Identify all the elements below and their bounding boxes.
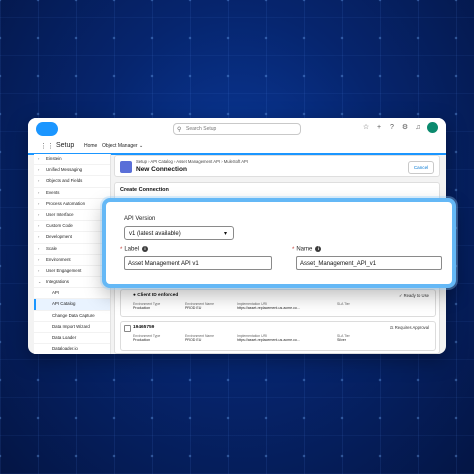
favorites-icon[interactable]: ☆ (362, 124, 370, 132)
environment-row-2-values: Production PROD EU https://asset-replace… (133, 338, 346, 342)
sidebar-item-objects-fields[interactable]: › Objects and Fields (34, 176, 110, 188)
sidebar-item-scale[interactable]: › Scale (34, 244, 110, 255)
app-launcher-icon[interactable]: ⋮⋮ (40, 142, 54, 150)
header-icons: ☆ + ? ⚙ ♫ (362, 122, 438, 133)
status-badge: ✓ Ready to Use (398, 293, 429, 298)
search-icon: ⚲ (177, 127, 182, 133)
bell-icon[interactable]: ♫ (414, 124, 422, 132)
environment-row-1[interactable]: ● Client ID enforced ✓ Ready to Use Envi… (120, 289, 436, 317)
gear-icon[interactable]: ⚙ (401, 124, 409, 132)
chevron-right-icon: › (38, 267, 40, 273)
sidebar-item-custom-code[interactable]: › Custom Code (34, 221, 110, 233)
sidebar-item-development[interactable]: › Development (34, 232, 110, 244)
status-badge: ⚖ Requires Approval (389, 325, 429, 330)
environment-row-1-header: ● Client ID enforced (133, 293, 179, 298)
label-input[interactable]: Asset Management API v1 (124, 256, 272, 270)
search-placeholder: Search Setup (186, 126, 217, 132)
api-version-select[interactable]: v1 (latest available) ▾ (124, 226, 234, 240)
environment-row-2[interactable]: 19465759 ⚖ Requires Approval Environment… (120, 321, 436, 351)
sidebar-item-data-loader[interactable]: Data Loader (34, 333, 110, 345)
page-title: New Connection (136, 166, 187, 173)
api-version-label: API Version (124, 216, 156, 222)
cancel-button[interactable]: Cancel (408, 161, 434, 174)
app-name: Setup (56, 142, 75, 149)
chevron-right-icon: › (38, 245, 40, 251)
chevron-right-icon: › (38, 178, 40, 184)
global-header: ⚲ Search Setup ☆ + ? ⚙ ♫ (28, 118, 446, 141)
sidebar-item-data-import-wizard[interactable]: Data Import Wizard (34, 322, 110, 333)
breadcrumb[interactable]: Setup › API Catalog › Asset Management A… (136, 159, 248, 164)
chevron-right-icon: › (38, 234, 40, 240)
name-field-label: * Name i (292, 246, 322, 253)
sidebar-item-dataloader-io[interactable]: Dataloader.io (34, 344, 110, 354)
sidebar-item-events[interactable]: › Events (34, 188, 110, 199)
search-input[interactable]: ⚲ Search Setup (173, 123, 301, 135)
chevron-right-icon: › (38, 211, 40, 217)
chevron-right-icon: › (38, 156, 40, 161)
sidebar-item-change-data-capture[interactable]: Change Data Capture (34, 311, 110, 322)
section-title: Create Connection (120, 187, 169, 193)
chevron-down-icon: ▾ (223, 231, 227, 237)
chevron-right-icon: › (38, 167, 40, 173)
row-checkbox[interactable] (124, 325, 131, 332)
tab-home[interactable]: Home (80, 140, 102, 155)
label-field-label: *Asset Management API v1Labeli (120, 246, 149, 253)
sidebar-item-integrations[interactable]: ⌄ Integrations (34, 277, 110, 289)
chevron-right-icon: › (38, 223, 40, 229)
info-icon[interactable]: i (142, 246, 149, 252)
chevron-down-icon: ⌄ (138, 143, 144, 149)
check-icon: ✓ (398, 293, 403, 298)
environment-row-1-values: Production PROD EU https://asset-replace… (133, 306, 300, 310)
name-input[interactable]: Asset_Management_API_v1 (296, 256, 442, 270)
check-circle-icon: ● (133, 293, 136, 298)
sidebar-item-process-automation[interactable]: › Process Automation (34, 199, 110, 210)
chevron-down-icon: ⌄ (38, 279, 42, 285)
tab-object-manager[interactable]: Object Manager ⌄ (102, 140, 143, 153)
connection-form-panel: API Version v1 (latest available) ▾ *Ass… (102, 198, 456, 288)
help-icon[interactable]: ? (388, 124, 396, 132)
chevron-right-icon: › (38, 189, 40, 195)
sidebar-item-einstein[interactable]: › Einstein (34, 154, 110, 166)
sidebar-item-api[interactable]: API (34, 288, 110, 300)
chevron-right-icon: › (38, 256, 40, 262)
add-icon[interactable]: + (375, 124, 383, 132)
setup-sidebar: › Einstein › Unified Messaging › Objects an… (34, 154, 111, 354)
app-nav: ⋮⋮ Setup Home Object Manager ⌄ (28, 140, 446, 155)
approval-icon: ⚖ (389, 325, 394, 330)
page-header: Setup › API Catalog › Asset Management A… (114, 155, 440, 177)
sidebar-item-user-engagement[interactable]: › User Engagement (34, 266, 110, 278)
chevron-right-icon: › (38, 200, 40, 206)
salesforce-cloud-icon[interactable] (36, 122, 58, 136)
environment-row-2-header: 19465759 (133, 325, 155, 330)
sidebar-item-unified-messaging[interactable]: › Unified Messaging (34, 165, 110, 177)
api-catalog-icon (120, 161, 132, 173)
sidebar-item-environment[interactable]: › Environment (34, 255, 110, 266)
sidebar-item-user-interface[interactable]: › User Interface (34, 210, 110, 222)
info-icon[interactable]: i (315, 246, 322, 252)
sidebar-item-api-catalog[interactable]: API Catalog (34, 299, 110, 311)
avatar[interactable] (427, 122, 438, 133)
